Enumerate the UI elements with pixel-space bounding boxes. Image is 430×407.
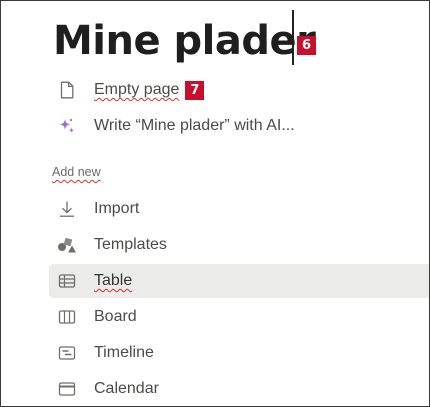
callout-badge-7: 7 [185, 80, 205, 100]
timeline-icon [57, 343, 77, 363]
templates-icon [57, 235, 77, 255]
table-label: Table [94, 272, 133, 289]
table-option[interactable]: Table [49, 264, 429, 298]
page-title[interactable]: Mine plader [53, 15, 316, 67]
write-with-ai-label: Write “Mine plader” with AI... [94, 117, 295, 134]
board-icon [57, 307, 77, 327]
text-caret [292, 10, 294, 65]
import-label: Import [94, 200, 140, 217]
calendar-option[interactable]: Calendar [49, 372, 429, 406]
add-new-section-label: Add new [52, 165, 101, 179]
templates-option[interactable]: Templates [49, 228, 429, 262]
timeline-label: Timeline [94, 344, 154, 361]
page-icon [57, 80, 77, 100]
write-with-ai-option[interactable]: Write “Mine plader” with AI... [49, 109, 429, 143]
timeline-option[interactable]: Timeline [49, 336, 429, 370]
page-frame: Mine plader 6 Empty page 7 Write “Mine p… [0, 0, 430, 407]
templates-label: Templates [94, 236, 167, 253]
board-option[interactable]: Board [49, 300, 429, 334]
table-icon [57, 271, 77, 291]
board-label: Board [94, 308, 137, 325]
calendar-icon [57, 379, 77, 399]
callout-badge-6: 6 [297, 36, 316, 55]
title-row[interactable]: Mine plader [53, 15, 316, 67]
empty-page-option[interactable]: Empty page 7 [49, 73, 429, 107]
calendar-label: Calendar [94, 380, 159, 397]
import-icon [57, 199, 77, 219]
import-option[interactable]: Import [49, 192, 429, 226]
ai-sparkle-icon [57, 116, 77, 136]
empty-page-label: Empty page [94, 81, 180, 98]
